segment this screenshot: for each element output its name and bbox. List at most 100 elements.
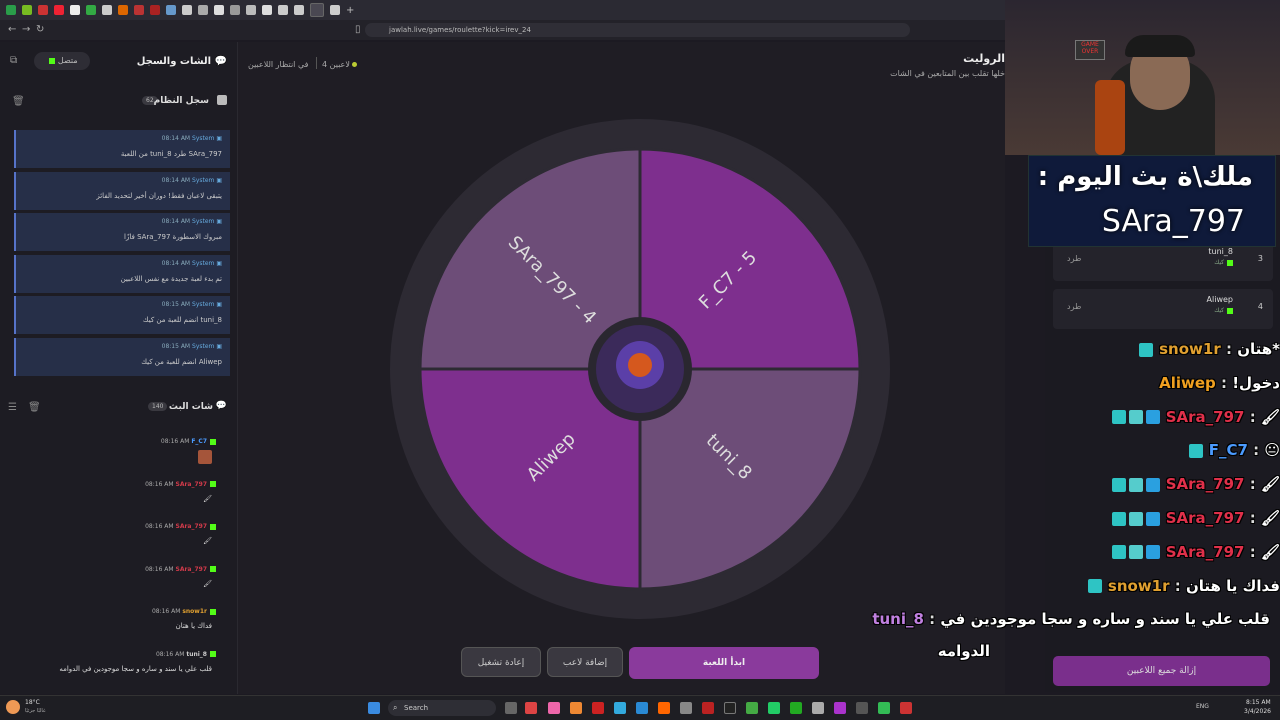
overlay-user: SAra_797 [1165,542,1245,561]
tab-icon[interactable] [166,5,176,15]
list-icon[interactable]: ☰ [8,401,17,415]
trash-icon[interactable]: 🗑 [28,401,41,415]
app-icon[interactable] [548,702,560,714]
tab-icon[interactable] [150,5,160,15]
panel-title-text: الشات والسجل [136,56,212,67]
weather-icon [6,700,20,714]
badge-icon [1128,511,1143,526]
start-game-button[interactable]: ابدأ اللعبة [629,647,819,679]
king-of-stream-banner: ملك\ة بث اليوم : SAra_797 [1028,155,1276,247]
whatsapp-icon[interactable] [768,702,780,714]
new-tab-icon[interactable]: + [346,5,354,16]
tab-icon[interactable] [134,5,144,15]
reload-icon[interactable]: ↻ [36,23,44,37]
message-text: قلب علي يا سند و ساره و سجا موجودين في ا… [59,664,212,673]
badge-icon [1128,410,1143,425]
url-input[interactable]: jawlah.live/games/roulette?kick=irev_24 [365,23,910,37]
explorer-icon[interactable] [636,702,648,714]
message-text: فداك يا هتان [175,622,212,630]
overlay-message-text: 🖌 [1260,509,1280,527]
badge-icon [1188,443,1203,458]
message-time: 08:16 AM [151,608,181,615]
tab-icon[interactable] [54,5,64,15]
tab-icon[interactable] [278,5,288,15]
player-name: Aliwep [1206,295,1233,304]
app-icon[interactable] [856,702,868,714]
tab-icon[interactable] [214,5,224,15]
remove-all-players-button[interactable]: إزالة جميع اللاعبين [1053,656,1270,686]
message-time: 08:14 AM [161,135,191,142]
player-source-text: كيك [1214,307,1224,314]
system-message-meta: 08:15 AM System ▣ [162,301,222,308]
app-icon[interactable] [724,702,736,714]
app-icon[interactable] [680,702,692,714]
bookmark-icon[interactable]: ▯ [355,23,361,37]
app-icon[interactable] [834,702,846,714]
chat-message-meta: 08:16 AM SAra_797 [145,481,216,488]
app-icon[interactable] [900,702,912,714]
badge-icon [1145,545,1160,560]
tab-icon[interactable] [330,5,340,15]
collapse-panel-icon[interactable]: ⧉ [10,54,17,68]
tab-icon[interactable] [86,5,96,15]
tab-icon[interactable] [230,5,240,15]
tab-icon[interactable] [262,5,272,15]
tab-icon[interactable] [6,5,16,15]
overlay-chat-line: *هتان : snow1r [1136,340,1280,370]
overlay-user: snow1r [1159,340,1221,358]
kick-app-icon[interactable] [746,702,758,714]
app-icon[interactable] [614,702,626,714]
taskbar-search[interactable]: ⌕ Search [388,700,496,716]
badge-icon [1145,410,1160,425]
tab-icon[interactable] [102,5,112,15]
tab-icon[interactable] [118,5,128,15]
tab-icon[interactable] [182,5,192,15]
overlay-message-text: 😐 [1264,441,1280,460]
players-count-text: 4 لاعبين [322,60,350,69]
app-icon[interactable] [525,702,537,714]
app-icon[interactable] [570,702,582,714]
message-sender: System [192,343,215,350]
windows-start-icon[interactable] [368,702,380,714]
trash-icon[interactable]: 🗑 [12,95,25,109]
game-over-sign: GAME OVER [1075,40,1105,60]
kick-icon [49,57,56,64]
bot-icon: ▣ [216,218,222,226]
badge-icon [1087,579,1102,594]
tab-icon[interactable] [38,5,48,15]
youtube-icon[interactable] [592,702,604,714]
roulette-wheel[interactable]: F_C7 - 5tuni_8AliwepSAra_797 - 4 [388,117,893,622]
back-icon[interactable]: ← [8,23,16,37]
tab-icon[interactable] [70,5,80,15]
app-icon[interactable] [702,702,714,714]
taskbar: 18°C غالبًا جزئيًا ⌕ Search ENG 8:15 AM … [0,695,1280,720]
app-icon[interactable] [812,702,824,714]
brave-icon[interactable] [658,702,670,714]
badge-icon [1111,511,1126,526]
kick-player-button[interactable]: طرد [1067,302,1081,311]
overlay-chat-line: 🖌 : SAra_797 [1109,475,1280,505]
restart-button[interactable]: إعادة تشغيل [461,647,541,677]
add-player-button[interactable]: إضافة لاعب [547,647,623,677]
app-icon[interactable] [878,702,890,714]
tab-icon[interactable] [246,5,256,15]
king-title: ملك\ة بث اليوم : [1037,162,1253,192]
forward-icon[interactable]: → [22,23,30,37]
tab-icon[interactable] [198,5,208,15]
kick-player-button[interactable]: طرد [1067,254,1081,263]
badge-icon [1111,545,1126,560]
language-indicator[interactable]: ENG [1196,703,1209,710]
tab-active[interactable] [310,3,324,17]
clock-date[interactable]: 3/4/2026 [1244,708,1271,715]
message-text: 🖌 [203,494,212,503]
clock-time[interactable]: 8:15 AM [1246,699,1271,706]
system-message-meta: 08:14 AM System ▣ [162,218,222,225]
overlay-user: snow1r [1107,576,1170,595]
message-user: SAra_797 [175,523,208,530]
overlay-message-wrap: الدوامه [937,642,990,660]
taskview-icon[interactable] [505,702,517,714]
tab-icon[interactable] [294,5,304,15]
xbox-icon[interactable] [790,702,802,714]
overlay-chat-line: 🖌 : SAra_797 [1109,408,1280,438]
tab-icon[interactable] [22,5,32,15]
